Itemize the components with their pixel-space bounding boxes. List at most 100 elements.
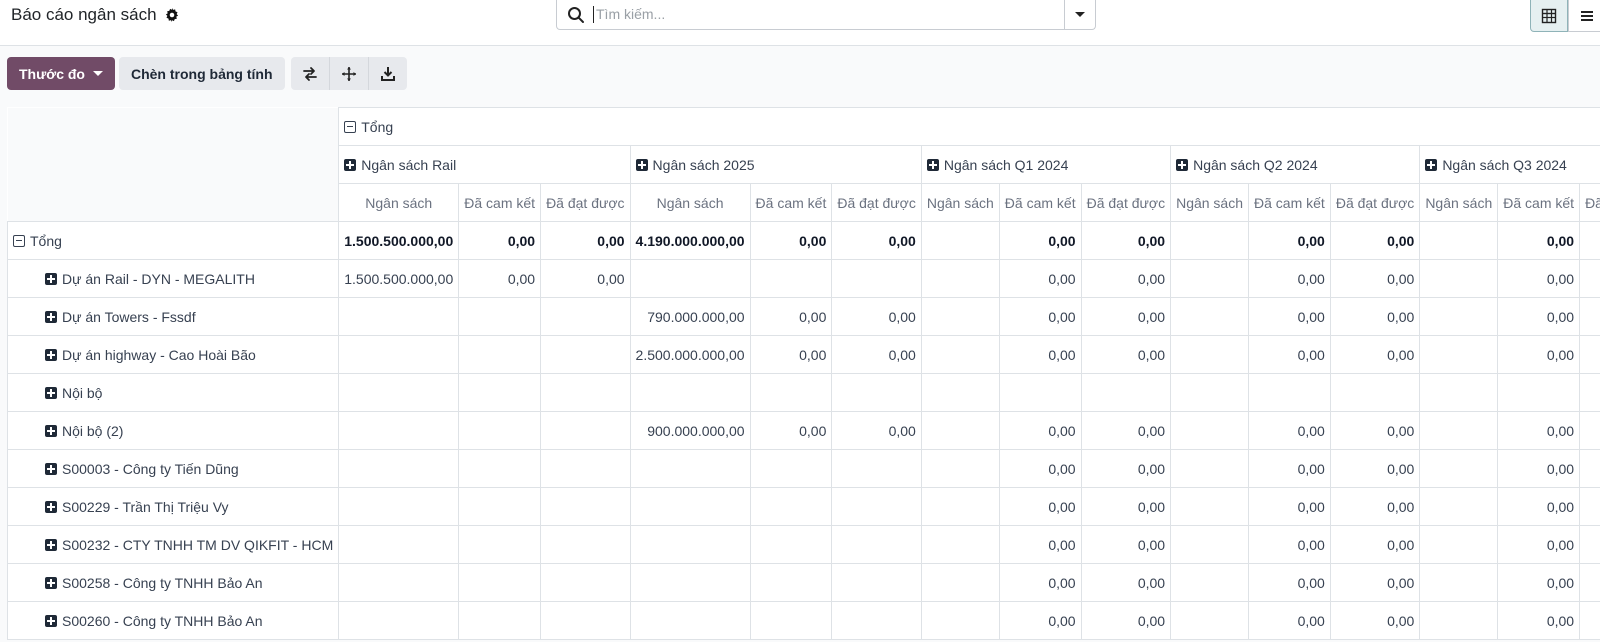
row-header[interactable]: S00229 - Trần Thị Triệu Vy: [6, 487, 340, 526]
measure-header[interactable]: Ngân sách: [1170, 183, 1250, 222]
pivot-cell[interactable]: [920, 297, 1000, 336]
pivot-cell[interactable]: [749, 449, 833, 488]
pivot-cell[interactable]: 0,00: [1080, 259, 1172, 298]
pivot-cell[interactable]: [1419, 373, 1499, 412]
pivot-cell[interactable]: [540, 525, 631, 564]
pivot-cell[interactable]: [1419, 563, 1499, 602]
pivot-cell[interactable]: [1329, 373, 1421, 412]
pivot-cell[interactable]: [338, 449, 460, 488]
pivot-view-button[interactable]: [1530, 0, 1568, 32]
pivot-cell[interactable]: [458, 297, 542, 336]
pivot-cell[interactable]: 0,00: [1329, 221, 1421, 260]
pivot-cell[interactable]: [831, 487, 922, 526]
row-header[interactable]: S00260 - Công ty TNHH Bảo An: [6, 601, 340, 640]
pivot-cell[interactable]: [338, 373, 460, 412]
pivot-cell[interactable]: 0,00: [998, 411, 1082, 450]
pivot-cell[interactable]: [1579, 449, 1600, 488]
pivot-cell[interactable]: [1080, 373, 1172, 412]
flip-axis-button[interactable]: [290, 57, 330, 90]
pivot-cell[interactable]: 0,00: [749, 297, 833, 336]
pivot-cell[interactable]: [831, 373, 922, 412]
row-header[interactable]: Nội bộ (2): [6, 411, 340, 450]
pivot-cell[interactable]: 1.500.500.000,00: [338, 221, 460, 260]
pivot-cell[interactable]: [1419, 487, 1499, 526]
pivot-cell[interactable]: [458, 449, 542, 488]
measure-header[interactable]: Đã đạt được: [831, 183, 922, 222]
pivot-cell[interactable]: [831, 525, 922, 564]
pivot-cell[interactable]: [1419, 221, 1499, 260]
pivot-cell[interactable]: [629, 601, 751, 640]
pivot-cell[interactable]: 0,00: [998, 259, 1082, 298]
measure-header[interactable]: Đã cam kết: [998, 183, 1082, 222]
row-header[interactable]: Tổng: [6, 221, 340, 260]
pivot-cell[interactable]: 0,00: [1248, 525, 1331, 564]
pivot-cell[interactable]: 0,00: [1329, 487, 1421, 526]
row-header[interactable]: S00258 - Công ty TNHH Bảo An: [6, 563, 340, 602]
measures-dropdown-button[interactable]: Thước đo: [7, 57, 115, 90]
pivot-cell[interactable]: [540, 449, 631, 488]
measure-header[interactable]: Ngân sách: [629, 183, 751, 222]
pivot-cell[interactable]: 0,00: [998, 449, 1082, 488]
pivot-cell[interactable]: [1170, 601, 1250, 640]
pivot-cell[interactable]: [629, 259, 751, 298]
row-header[interactable]: S00232 - CTY TNHH TM DV QIKFIT - HCM: [6, 525, 340, 564]
pivot-cell[interactable]: 0,00: [998, 525, 1082, 564]
pivot-cell[interactable]: 0,00: [998, 335, 1082, 374]
pivot-cell[interactable]: 0,00: [458, 221, 542, 260]
pivot-cell[interactable]: [831, 259, 922, 298]
pivot-cell[interactable]: 790.000.000,00: [629, 297, 751, 336]
pivot-cell[interactable]: [338, 487, 460, 526]
list-view-button[interactable]: [1568, 0, 1600, 32]
measure-header[interactable]: Ngân sách: [1419, 183, 1499, 222]
pivot-cell[interactable]: [1419, 525, 1499, 564]
pivot-cell[interactable]: 0,00: [1329, 335, 1421, 374]
pivot-cell[interactable]: 0,00: [1497, 449, 1581, 488]
pivot-cell[interactable]: 0,00: [1080, 487, 1172, 526]
pivot-cell[interactable]: 0,00: [998, 563, 1082, 602]
pivot-cell[interactable]: [338, 563, 460, 602]
pivot-cell[interactable]: [540, 373, 631, 412]
pivot-cell[interactable]: 0,00: [1497, 487, 1581, 526]
pivot-cell[interactable]: [1170, 411, 1250, 450]
pivot-cell[interactable]: [629, 525, 751, 564]
pivot-cell[interactable]: [749, 373, 833, 412]
pivot-cell[interactable]: 0,00: [1248, 221, 1331, 260]
expand-all-button[interactable]: [329, 57, 369, 90]
pivot-cell[interactable]: [540, 563, 631, 602]
pivot-cell[interactable]: [338, 335, 460, 374]
pivot-cell[interactable]: 0,00: [1497, 525, 1581, 564]
pivot-cell[interactable]: [1579, 259, 1600, 298]
pivot-cell[interactable]: [1170, 335, 1250, 374]
row-header[interactable]: Nội bộ: [6, 373, 340, 412]
pivot-cell[interactable]: 0,00: [1080, 411, 1172, 450]
pivot-cell[interactable]: [458, 373, 542, 412]
pivot-cell[interactable]: [1170, 487, 1250, 526]
measure-header[interactable]: Đã đạt được: [1329, 183, 1421, 222]
pivot-cell[interactable]: [1419, 601, 1499, 640]
pivot-cell[interactable]: [540, 335, 631, 374]
measure-header[interactable]: Đã cam kết: [749, 183, 833, 222]
pivot-cell[interactable]: 0,00: [1248, 449, 1331, 488]
pivot-cell[interactable]: [1170, 221, 1250, 260]
pivot-cell[interactable]: [1579, 297, 1600, 336]
pivot-cell[interactable]: 0,00: [998, 221, 1082, 260]
pivot-cell[interactable]: [920, 525, 1000, 564]
pivot-cell[interactable]: 0,00: [831, 411, 922, 450]
pivot-cell[interactable]: [458, 563, 542, 602]
pivot-cell[interactable]: 0,00: [1080, 335, 1172, 374]
row-header[interactable]: Dự án Rail - DYN - MEGALITH: [6, 259, 340, 298]
pivot-cell[interactable]: [920, 221, 1000, 260]
measure-header[interactable]: Đã cam kết: [458, 183, 542, 222]
pivot-cell[interactable]: 0,00: [1080, 449, 1172, 488]
pivot-cell[interactable]: 0,00: [1497, 335, 1581, 374]
pivot-cell[interactable]: [1248, 373, 1331, 412]
pivot-cell[interactable]: [1170, 259, 1250, 298]
pivot-cell[interactable]: 0,00: [1329, 601, 1421, 640]
pivot-cell[interactable]: [1419, 335, 1499, 374]
pivot-cell[interactable]: 0,00: [831, 297, 922, 336]
pivot-cell[interactable]: [1170, 563, 1250, 602]
pivot-cell[interactable]: 4.190.000.000,00: [629, 221, 751, 260]
search-input[interactable]: Tìm kiếm...: [593, 6, 1064, 23]
pivot-cell[interactable]: [540, 411, 631, 450]
measure-header[interactable]: Ngân sách: [338, 183, 460, 222]
